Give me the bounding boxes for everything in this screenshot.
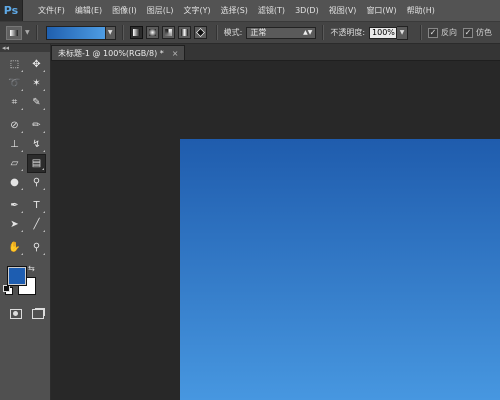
document-area: 未标题-1 @ 100%(RGB/8) * × (51, 44, 500, 400)
menu-window[interactable]: 窗口(W) (361, 5, 401, 16)
healing-brush-icon[interactable]: ⊘ (5, 116, 24, 135)
line-icon[interactable]: ╱ (27, 215, 46, 234)
menu-file[interactable]: 文件(F) (33, 5, 70, 16)
menu-filter[interactable]: 滤镜(T) (253, 5, 290, 16)
gradient-picker-dropdown[interactable]: ▼ (105, 25, 116, 40)
close-icon[interactable]: × (172, 49, 179, 58)
mode-label: 模式: (223, 28, 243, 37)
opacity-dropdown[interactable]: ▼ (397, 25, 409, 40)
default-colors-icon[interactable] (3, 285, 13, 295)
screen-mode-button[interactable] (28, 307, 47, 321)
mode-row (0, 307, 50, 321)
tool-grid: ⬚ ✥ ➰ ✶ ⌗ ✎ (0, 52, 50, 112)
radial-gradient-button[interactable] (145, 26, 159, 39)
screen-mode-icon (31, 309, 44, 319)
menu-view[interactable]: 视图(V) (324, 5, 362, 16)
check-icon: ✓ (428, 27, 439, 38)
gradient-editor-swatch[interactable] (45, 25, 106, 40)
menu-type[interactable]: 文字(Y) (178, 5, 215, 16)
menu-edit[interactable]: 编辑(E) (70, 5, 107, 16)
menu-select[interactable]: 选择(S) (216, 5, 253, 16)
linear-gradient-button[interactable] (129, 26, 143, 39)
reverse-label: 反向 (441, 28, 458, 37)
tool-preset-picker[interactable] (6, 25, 22, 40)
reflected-gradient-icon (180, 29, 188, 36)
diamond-gradient-button[interactable] (193, 26, 207, 39)
foreground-color-swatch[interactable] (7, 266, 27, 286)
check-icon: ✓ (463, 27, 474, 38)
logo-text: Ps (3, 4, 19, 17)
document-tab-bar: 未标题-1 @ 100%(RGB/8) * × (51, 44, 500, 61)
divider (322, 25, 325, 40)
divider (35, 25, 38, 40)
path-selection-icon[interactable]: ➤ (5, 215, 24, 234)
divider (420, 25, 423, 40)
mode-select[interactable]: 正常 ▲▼ (246, 26, 317, 39)
chevron-down-icon: ▲▼ (303, 29, 313, 36)
zoom-icon[interactable]: ⚲ (27, 238, 46, 257)
angle-gradient-button[interactable] (161, 26, 175, 39)
reverse-checkbox[interactable]: ✓ 反向 (428, 27, 457, 38)
dodge-icon[interactable]: ⚲ (27, 173, 46, 192)
mode-value: 正常 (250, 28, 267, 37)
hand-icon[interactable]: ✋ (5, 238, 24, 257)
menu-image[interactable]: 图像(I) (107, 5, 142, 16)
opacity-input[interactable]: 100% (369, 26, 398, 39)
lasso-icon[interactable]: ➰ (5, 74, 24, 93)
brush-icon[interactable]: ✏ (27, 116, 46, 135)
eyedropper-icon[interactable]: ✎ (27, 93, 46, 112)
history-brush-icon[interactable]: ↯ (27, 135, 46, 154)
photoshop-logo[interactable]: Ps (0, 0, 23, 21)
pen-icon[interactable]: ✒ (5, 196, 24, 215)
tool-grid: ✒ T ➤ ╱ (0, 196, 50, 234)
swap-colors-icon[interactable]: ⇆ (28, 264, 35, 273)
canvas[interactable] (180, 139, 500, 400)
document-tab[interactable]: 未标题-1 @ 100%(RGB/8) * × (51, 45, 186, 60)
tools-panel: ◂◂ ⬚ ✥ ➰ ✶ ⌗ ✎ ⊘ ✏ ⊥ ↯ ▱ ▤ ● ⚲ ✒ T ➤ ╱ ✋… (0, 44, 51, 400)
divider (121, 25, 124, 40)
divider (215, 25, 218, 40)
options-bar: ▼ ▼ 模式: 正常 ▲▼ 不透明度: 100% ▼ ✓ 反向 ✓ 仿色 (0, 22, 500, 44)
dither-label: 仿色 (476, 28, 493, 37)
clone-stamp-icon[interactable]: ⊥ (5, 135, 24, 154)
radial-gradient-icon (148, 29, 156, 36)
magic-wand-icon[interactable]: ✶ (27, 74, 46, 93)
menu-bar: Ps 文件(F) 编辑(E) 图像(I) 图层(L) 文字(Y) 选择(S) 滤… (0, 0, 500, 22)
reflected-gradient-button[interactable] (177, 26, 191, 39)
tools-panel-header[interactable]: ◂◂ (0, 44, 50, 52)
blur-icon[interactable]: ● (5, 173, 24, 192)
menu-3d[interactable]: 3D(D) (290, 6, 324, 15)
quick-mask-button[interactable] (6, 307, 25, 321)
document-tab-title: 未标题-1 @ 100%(RGB/8) * (58, 48, 164, 58)
crop-icon[interactable]: ⌗ (5, 93, 24, 112)
menu-layer[interactable]: 图层(L) (142, 5, 179, 16)
menu-help[interactable]: 帮助(H) (402, 5, 440, 16)
linear-gradient-icon (132, 29, 140, 36)
quick-mask-icon (9, 309, 22, 319)
diamond-gradient-icon (195, 28, 205, 37)
eraser-icon[interactable]: ▱ (5, 154, 24, 173)
angle-gradient-icon (164, 29, 172, 36)
marquee-icon[interactable]: ⬚ (5, 55, 24, 74)
gradient-tool-icon (10, 29, 18, 36)
opacity-label: 不透明度: (330, 28, 366, 37)
color-swatches: ⇆ (0, 257, 50, 301)
collapse-icon[interactable]: ◂◂ (2, 44, 9, 52)
move-icon[interactable]: ✥ (27, 55, 46, 74)
chevron-down-icon[interactable]: ▼ (25, 29, 30, 36)
type-icon[interactable]: T (27, 196, 46, 215)
tool-grid: ⊘ ✏ ⊥ ↯ ▱ ▤ ● ⚲ (0, 116, 50, 192)
tool-grid: ✋ ⚲ (0, 238, 50, 257)
dither-checkbox[interactable]: ✓ 仿色 (463, 27, 492, 38)
gradient-icon[interactable]: ▤ (27, 154, 46, 173)
